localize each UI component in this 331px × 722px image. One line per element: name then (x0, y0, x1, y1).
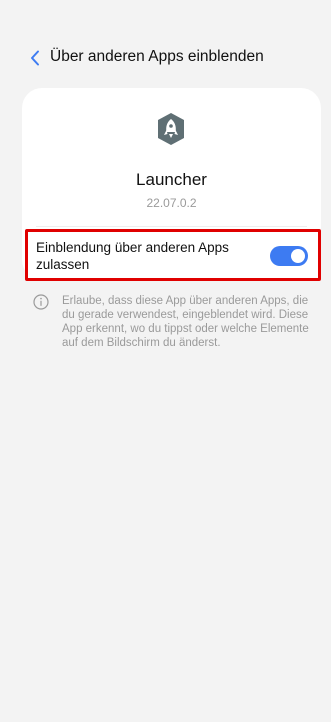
divider (36, 226, 307, 227)
page-title: Über anderen Apps einblenden (50, 48, 264, 65)
app-version: 22.07.0.2 (146, 196, 197, 210)
app-name: Launcher (136, 170, 207, 189)
back-button[interactable] (24, 46, 46, 70)
overlay-permission-label: Einblendung über anderen Apps zulassen (36, 240, 229, 272)
overlay-permission-row[interactable]: Einblendung über anderen Apps zulassen (25, 229, 321, 281)
chevron-left-icon (31, 50, 39, 66)
switch-knob (291, 249, 305, 263)
overlay-permission-switch[interactable] (270, 246, 308, 266)
header: Über anderen Apps einblenden (0, 44, 331, 72)
info-description: Erlaube, dass diese App über anderen App… (62, 295, 309, 349)
rocket-shield-icon (158, 113, 184, 145)
info-icon (33, 294, 49, 310)
